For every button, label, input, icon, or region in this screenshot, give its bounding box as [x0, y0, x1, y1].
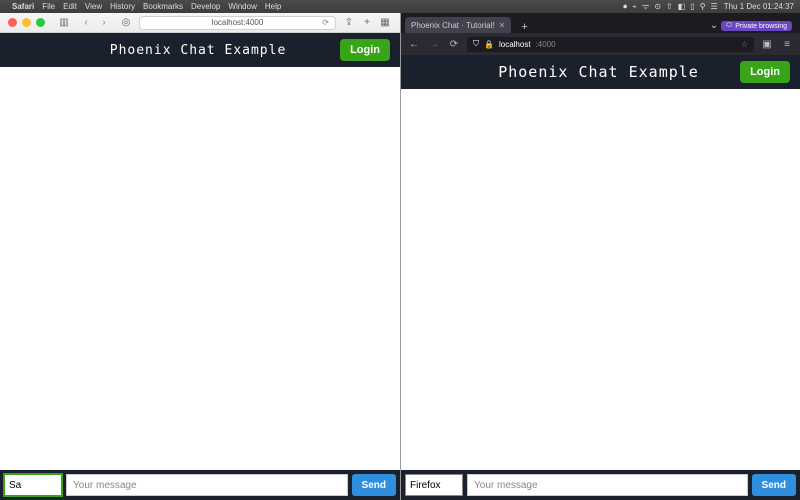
status-icon[interactable]: ☰ — [711, 2, 718, 11]
lock-icon: 🔒 — [484, 40, 494, 49]
firefox-window: Phoenix Chat · Tutorial! ✕ + ⌄ ⬭ Private… — [400, 13, 800, 500]
back-icon[interactable]: ‹ — [77, 17, 95, 28]
status-icon[interactable]: ⚲ — [700, 2, 706, 11]
menu-file[interactable]: File — [42, 2, 55, 11]
extensions-icon[interactable]: ▣ — [760, 39, 774, 50]
forward-icon[interactable]: → — [427, 39, 441, 50]
bookmark-star-icon[interactable]: ☆ — [741, 40, 748, 49]
send-button[interactable]: Send — [352, 474, 396, 496]
app-menu-icon[interactable]: ≡ — [780, 39, 794, 50]
private-browsing-badge: ⬭ Private browsing — [721, 21, 792, 31]
name-input[interactable] — [405, 474, 463, 496]
tabs-overview-icon[interactable]: ▦ — [378, 16, 392, 30]
reload-icon[interactable]: ⟳ — [322, 18, 329, 27]
share-icon[interactable]: ⇪ — [342, 16, 356, 30]
name-input[interactable] — [4, 474, 62, 496]
close-window-icon[interactable] — [8, 18, 17, 27]
chat-messages-area — [0, 67, 400, 470]
menu-history[interactable]: History — [110, 2, 135, 11]
menu-bookmarks[interactable]: Bookmarks — [143, 2, 183, 11]
chat-app-header: Phoenix Chat Example Login — [0, 33, 400, 67]
login-button[interactable]: Login — [740, 61, 790, 83]
status-icon[interactable]: ⇧ — [666, 2, 673, 11]
status-icon[interactable]: ᯤ — [642, 1, 649, 12]
privacy-report-icon[interactable]: ◎ — [119, 16, 133, 30]
new-tab-icon[interactable]: + — [360, 16, 374, 30]
back-icon[interactable]: ← — [407, 39, 421, 50]
message-input[interactable] — [467, 474, 748, 496]
menubar-app-name[interactable]: Safari — [12, 2, 34, 11]
macos-menubar: Safari File Edit View History Bookmarks … — [0, 0, 800, 13]
address-bar[interactable]: ⛉ 🔒 localhost :4000 ☆ — [467, 37, 754, 52]
address-bar[interactable]: localhost:4000 ⟳ — [139, 16, 336, 30]
chat-app-header: Phoenix Chat Example Login — [401, 55, 800, 89]
menu-develop[interactable]: Develop — [191, 2, 220, 11]
url-host: localhost — [499, 40, 531, 49]
firefox-toolbar: ← → ⟳ ⛉ 🔒 localhost :4000 ☆ ▣ ≡ — [401, 33, 800, 55]
forward-icon[interactable]: › — [95, 17, 113, 28]
browser-tab[interactable]: Phoenix Chat · Tutorial! ✕ — [405, 17, 511, 33]
firefox-tabbar: Phoenix Chat · Tutorial! ✕ + ⌄ ⬭ Private… — [401, 13, 800, 33]
login-button[interactable]: Login — [340, 39, 390, 61]
app-title: Phoenix Chat Example — [56, 43, 340, 58]
url-port: :4000 — [536, 40, 556, 49]
app-title: Phoenix Chat Example — [457, 63, 740, 81]
send-button[interactable]: Send — [752, 474, 796, 496]
menu-edit[interactable]: Edit — [63, 2, 77, 11]
status-icon[interactable]: ⌁ — [632, 2, 637, 11]
message-input[interactable] — [66, 474, 348, 496]
menu-help[interactable]: Help — [265, 2, 281, 11]
list-tabs-icon[interactable]: ⌄ — [710, 20, 718, 31]
chat-footer: Send — [0, 470, 400, 500]
mask-icon: ⬭ — [726, 22, 732, 30]
new-tab-icon[interactable]: + — [515, 21, 533, 33]
safari-toolbar: ▥ ‹ › ◎ localhost:4000 ⟳ ⇪ + ▦ — [0, 13, 400, 33]
status-icon[interactable]: ▯ — [690, 2, 694, 11]
status-icon[interactable]: ⊙ — [654, 2, 661, 11]
tab-title: Phoenix Chat · Tutorial! — [411, 21, 495, 30]
chat-messages-area — [401, 89, 800, 470]
url-text: localhost:4000 — [212, 18, 264, 27]
menu-window[interactable]: Window — [228, 2, 256, 11]
chat-footer: Send — [401, 470, 800, 500]
window-traffic-lights — [8, 18, 45, 27]
reload-icon[interactable]: ⟳ — [447, 39, 461, 50]
shield-icon[interactable]: ⛉ — [473, 39, 479, 49]
maximize-window-icon[interactable] — [36, 18, 45, 27]
safari-window: ▥ ‹ › ◎ localhost:4000 ⟳ ⇪ + ▦ Phoenix C… — [0, 13, 400, 500]
close-tab-icon[interactable]: ✕ — [499, 21, 506, 30]
menu-view[interactable]: View — [85, 2, 102, 11]
minimize-window-icon[interactable] — [22, 18, 31, 27]
menubar-clock[interactable]: Thu 1 Dec 01:24:37 — [724, 2, 794, 11]
sidebar-toggle-icon[interactable]: ▥ — [57, 16, 71, 30]
status-icon[interactable]: ◧ — [678, 2, 686, 11]
status-icon[interactable]: ⏺ — [623, 2, 627, 12]
